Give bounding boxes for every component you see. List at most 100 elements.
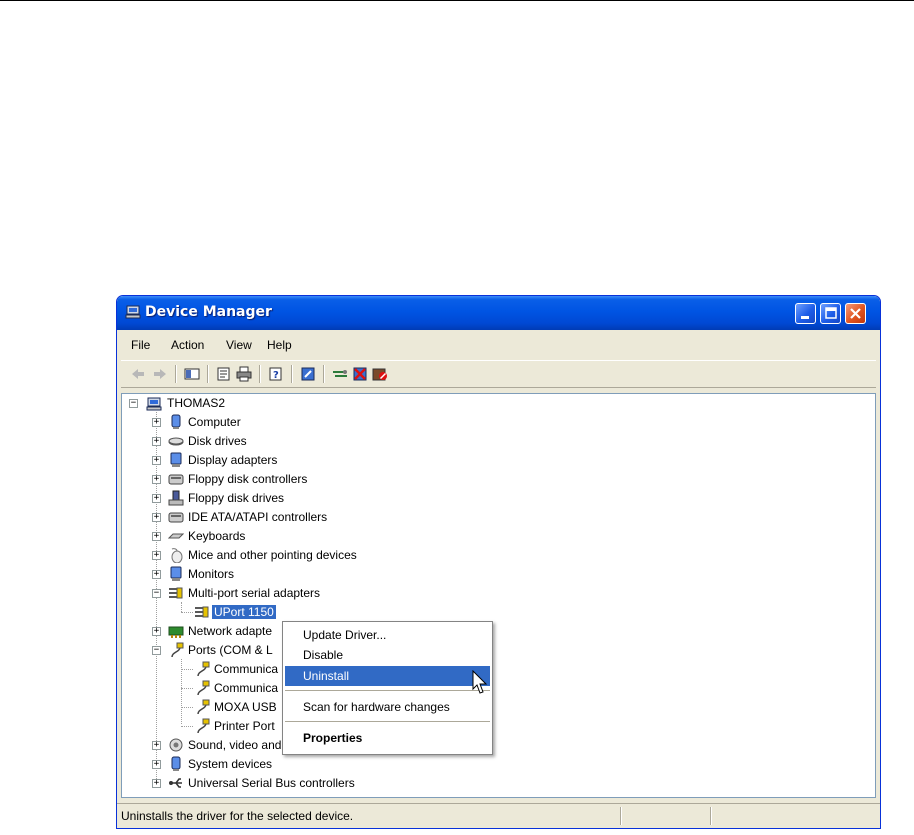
port-icon (197, 661, 210, 677)
expand-toggle[interactable]: + (152, 551, 161, 560)
tree-item-computer[interactable]: + Computer (122, 414, 522, 432)
expand-toggle[interactable]: + (152, 475, 161, 484)
status-bar: Uninstalls the driver for the selected d… (117, 803, 880, 828)
device-manager-window: Device Manager File Action View Help ? −… (116, 295, 881, 829)
expand-toggle[interactable]: + (152, 418, 161, 427)
tree-item-monitors[interactable]: + Monitors (122, 566, 522, 584)
update-driver-icon[interactable] (299, 366, 317, 382)
tree-item-system-devices[interactable]: + System devices (122, 756, 522, 774)
collapse-toggle[interactable]: − (152, 646, 161, 655)
toolbar: ? (121, 360, 876, 388)
tree-root-label: THOMAS2 (167, 396, 226, 410)
print-icon[interactable] (235, 366, 253, 382)
device-tree: − THOMAS2 + Computer + Disk drives + Dis… (121, 393, 876, 798)
minimize-icon (801, 316, 809, 319)
collapse-toggle[interactable]: − (152, 589, 161, 598)
status-divider (710, 807, 712, 825)
menu-file[interactable]: File (131, 338, 150, 352)
sound-icon (169, 738, 183, 752)
port-icon (197, 680, 210, 696)
tree-item-display-adapters[interactable]: + Display adapters (122, 452, 522, 470)
menu-item-label: Uninstall (303, 669, 350, 683)
status-divider (620, 807, 622, 825)
page-top-rule (0, 0, 914, 1)
toolbar-separator (291, 365, 293, 383)
menu-item-update-driver[interactable]: Update Driver... (285, 625, 490, 645)
port-icon (197, 699, 210, 715)
display-adapter-icon (170, 452, 182, 467)
tree-item-floppy-drives[interactable]: + Floppy disk drives (122, 490, 522, 508)
title-bar[interactable]: Device Manager (117, 296, 880, 330)
help-icon[interactable]: ? (267, 366, 285, 382)
menu-help[interactable]: Help (267, 338, 292, 352)
tree-item-multiport-serial[interactable]: − Multi-port serial adapters (122, 585, 522, 603)
network-adapter-icon (168, 626, 184, 638)
properties-icon[interactable] (215, 366, 233, 382)
expand-toggle[interactable]: + (152, 570, 161, 579)
mouse-cursor-icon (472, 670, 488, 694)
menu-item-properties[interactable]: Properties (285, 728, 490, 748)
collapse-toggle[interactable]: − (129, 399, 138, 408)
tree-item-label: System devices (188, 757, 273, 771)
computer-icon (125, 305, 141, 319)
show-hide-tree-icon[interactable] (183, 366, 201, 382)
expand-toggle[interactable]: + (152, 494, 161, 503)
expand-toggle[interactable]: + (152, 437, 161, 446)
floppy-controller-icon (168, 474, 184, 485)
maximize-button[interactable] (820, 303, 841, 324)
minimize-button[interactable] (795, 303, 816, 324)
expand-toggle[interactable]: + (152, 741, 161, 750)
menu-item-uninstall[interactable]: Uninstall (285, 666, 490, 686)
tree-item-usb-controllers[interactable]: + Universal Serial Bus controllers (122, 775, 522, 793)
uninstall-icon[interactable] (351, 366, 369, 382)
tree-item-label: Multi-port serial adapters (188, 586, 321, 600)
menu-item-label: Disable (303, 648, 344, 662)
tree-item-label: Mice and other pointing devices (188, 548, 357, 562)
tree-item-label: Network adapte (188, 624, 273, 638)
menu-action[interactable]: Action (171, 338, 204, 352)
port-icon (197, 718, 210, 734)
tree-item-label: Communica (214, 662, 279, 676)
expand-toggle[interactable]: + (152, 513, 161, 522)
tree-item-disk-drives[interactable]: + Disk drives (122, 433, 522, 451)
menu-item-disable[interactable]: Disable (285, 645, 490, 665)
tree-item-label: Computer (188, 415, 241, 429)
expand-toggle[interactable]: + (152, 532, 161, 541)
close-button[interactable] (845, 303, 866, 324)
back-icon[interactable] (129, 366, 147, 382)
tree-item-label: Monitors (188, 567, 235, 581)
tree-item-label: MOXA USB (214, 700, 277, 714)
tree-item-label-selected: UPort 1150 (212, 605, 276, 619)
tree-item-mice[interactable]: + Mice and other pointing devices (122, 547, 522, 565)
menu-bar: File Action View Help (121, 334, 876, 356)
expand-toggle[interactable]: + (152, 779, 161, 788)
menu-view[interactable]: View (226, 338, 252, 352)
close-icon (850, 308, 861, 319)
ide-controller-icon (168, 512, 184, 523)
port-icon (171, 642, 184, 658)
expand-toggle[interactable]: + (152, 456, 161, 465)
disk-drive-icon (168, 437, 184, 446)
menu-separator (285, 690, 490, 691)
menu-item-label: Scan for hardware changes (303, 700, 450, 714)
tree-item-keyboards[interactable]: + Keyboards (122, 528, 522, 546)
tree-item-label: Communica (214, 681, 279, 695)
expand-toggle[interactable]: + (152, 760, 161, 769)
tree-item-label: Printer Port (214, 719, 275, 733)
tree-item-ide-controllers[interactable]: + IDE ATA/ATAPI controllers (122, 509, 522, 527)
maximize-icon (825, 307, 837, 319)
usb-icon (169, 778, 182, 788)
tree-item-uport-1150[interactable]: UPort 1150 (122, 604, 522, 622)
window-title: Device Manager (145, 304, 272, 320)
tree-root[interactable]: − THOMAS2 (122, 395, 422, 413)
keyboard-icon (168, 533, 184, 539)
toolbar-separator (259, 365, 261, 383)
scan-hardware-icon[interactable] (331, 366, 349, 382)
menu-item-scan-hardware[interactable]: Scan for hardware changes (285, 697, 490, 717)
toolbar-separator (207, 365, 209, 383)
forward-icon[interactable] (151, 366, 169, 382)
tree-item-label: Universal Serial Bus controllers (188, 776, 355, 790)
disable-icon[interactable] (371, 366, 389, 382)
tree-item-floppy-controllers[interactable]: + Floppy disk controllers (122, 471, 522, 489)
expand-toggle[interactable]: + (152, 627, 161, 636)
